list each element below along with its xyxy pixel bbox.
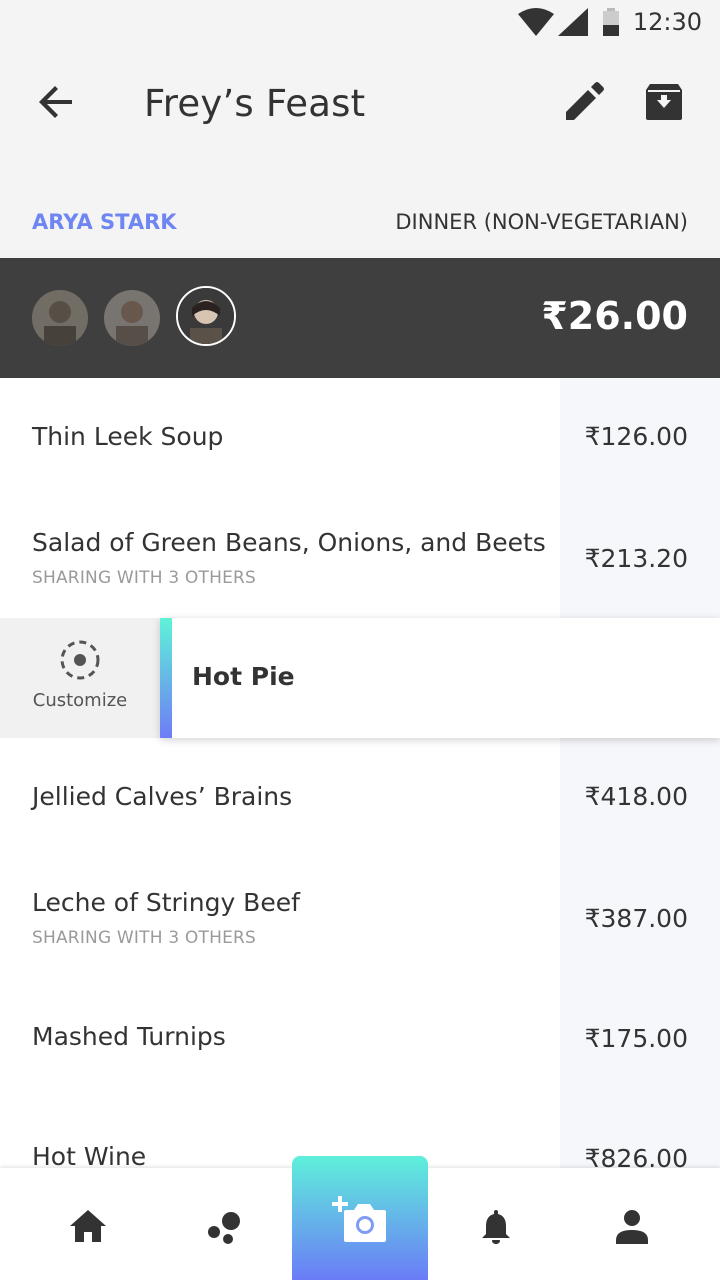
item-name: Thin Leek Soup bbox=[32, 422, 224, 451]
back-arrow-icon[interactable] bbox=[32, 78, 80, 126]
list-item[interactable]: Leche of Stringy Beef SHARING WITH 3 OTH… bbox=[0, 858, 720, 978]
item-price: ₹213.20 bbox=[584, 544, 688, 573]
wifi-icon bbox=[518, 8, 554, 36]
item-name: Hot Pie bbox=[192, 662, 295, 691]
list-item[interactable]: Jellied Calves’ Brains ₹418.00 bbox=[0, 738, 720, 858]
avatar[interactable] bbox=[32, 290, 88, 346]
total-amount: ₹26.00 bbox=[541, 294, 688, 338]
status-time: 12:30 bbox=[632, 8, 702, 36]
signal-icon bbox=[558, 8, 588, 36]
avatar-selected[interactable] bbox=[176, 286, 236, 346]
bell-icon[interactable] bbox=[474, 1204, 518, 1248]
add-photo-icon bbox=[332, 1196, 386, 1242]
avatar[interactable] bbox=[104, 290, 160, 346]
item-price: ₹175.00 bbox=[584, 1024, 688, 1053]
list-item[interactable]: Mashed Turnips ₹175.00 bbox=[0, 978, 720, 1098]
add-photo-button[interactable] bbox=[292, 1156, 428, 1280]
item-sharing-note: SHARING WITH 3 OTHERS bbox=[32, 568, 257, 588]
item-price: ₹126.00 bbox=[584, 422, 688, 451]
list-item[interactable]: Thin Leek Soup ₹126.00 bbox=[0, 378, 720, 498]
list-item-card[interactable]: Hot Pie bbox=[160, 618, 720, 738]
list-item[interactable]: Salad of Green Beans, Onions, and Beets … bbox=[0, 498, 720, 618]
item-name: Jellied Calves’ Brains bbox=[32, 782, 293, 811]
item-name: Mashed Turnips bbox=[32, 1022, 226, 1051]
page-title: Frey’s Feast bbox=[144, 82, 366, 125]
summary-band: ₹26.00 bbox=[0, 258, 720, 378]
user-name[interactable]: ARYA STARK bbox=[32, 210, 177, 234]
item-price: ₹418.00 bbox=[584, 782, 688, 811]
customize-button[interactable]: Customize bbox=[0, 618, 160, 738]
home-icon[interactable] bbox=[66, 1204, 110, 1248]
item-name: Salad of Green Beans, Onions, and Beets bbox=[32, 528, 546, 557]
swiped-list-item: Customize Hot Pie bbox=[0, 618, 720, 738]
battery-icon bbox=[603, 8, 619, 36]
status-bar: 12:30 bbox=[0, 0, 720, 48]
bubbles-icon[interactable] bbox=[202, 1204, 246, 1248]
customize-target-icon bbox=[60, 640, 100, 680]
archive-icon[interactable] bbox=[640, 78, 688, 126]
meta-row: ARYA STARK DINNER (NON-VEGETARIAN) bbox=[0, 196, 720, 252]
edit-pencil-icon[interactable] bbox=[560, 78, 608, 126]
bottom-nav bbox=[0, 1156, 720, 1280]
item-name: Leche of Stringy Beef bbox=[32, 888, 300, 917]
meal-type: DINNER (NON-VEGETARIAN) bbox=[395, 210, 688, 234]
item-name: Hot Wine bbox=[32, 1142, 147, 1168]
item-price: ₹387.00 bbox=[584, 904, 688, 933]
customize-label: Customize bbox=[32, 690, 128, 711]
item-sharing-note: SHARING WITH 3 OTHERS bbox=[32, 928, 257, 948]
profile-icon[interactable] bbox=[610, 1204, 654, 1248]
accent-bar bbox=[160, 618, 172, 738]
item-list: Thin Leek Soup ₹126.00 Salad of Green Be… bbox=[0, 378, 720, 1168]
app-bar: Frey’s Feast bbox=[0, 48, 720, 160]
item-price: ₹826.00 bbox=[584, 1144, 688, 1168]
